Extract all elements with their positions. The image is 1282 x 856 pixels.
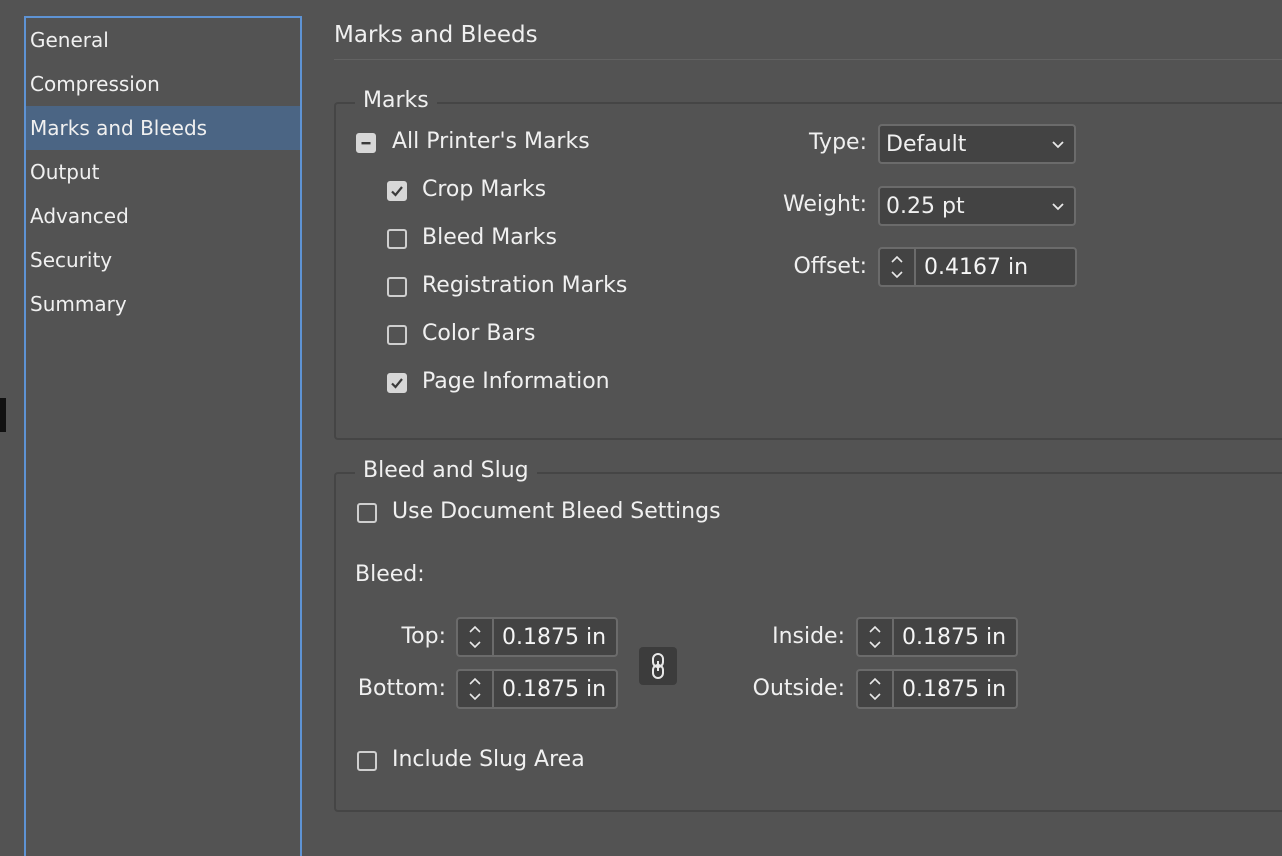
sidebar-item-label: General xyxy=(30,28,109,52)
marks-group-legend: Marks xyxy=(355,88,437,113)
up-down-arrows-icon xyxy=(469,625,481,649)
title-divider xyxy=(334,59,1282,60)
sidebar-item-label: Advanced xyxy=(30,204,129,228)
bottom-bleed-value: 0.1875 in xyxy=(502,677,607,702)
offset-label: Offset: xyxy=(793,254,867,279)
chain-link-icon xyxy=(652,653,664,679)
window-edge-marker xyxy=(0,398,6,432)
use-document-bleed-label: Use Document Bleed Settings xyxy=(392,499,721,524)
type-dropdown[interactable]: Default xyxy=(878,124,1076,164)
weight-label: Weight: xyxy=(782,192,867,217)
page-title: Marks and Bleeds xyxy=(334,22,538,48)
sidebar-item-security[interactable]: Security xyxy=(26,238,300,282)
registration-marks-label: Registration Marks xyxy=(422,273,628,298)
registration-marks-checkbox[interactable] xyxy=(387,277,407,297)
sidebar-item-general[interactable]: General xyxy=(26,18,300,62)
type-value: Default xyxy=(886,132,967,157)
include-slug-area-checkbox[interactable] xyxy=(357,751,377,771)
all-printers-marks-checkbox[interactable] xyxy=(356,133,376,153)
type-label: Type: xyxy=(809,130,867,155)
top-bleed-field[interactable]: 0.1875 in xyxy=(456,617,618,657)
outside-label: Outside: xyxy=(752,676,845,701)
outside-bleed-field[interactable]: 0.1875 in xyxy=(856,669,1018,709)
checkmark-icon xyxy=(391,186,403,197)
outside-bleed-value: 0.1875 in xyxy=(902,677,1007,702)
checkmark-icon xyxy=(391,378,403,389)
inside-bleed-stepper[interactable] xyxy=(858,619,894,655)
bleed-label: Bleed: xyxy=(355,562,425,587)
up-down-arrows-icon xyxy=(869,625,881,649)
bottom-bleed-stepper[interactable] xyxy=(458,671,494,707)
color-bars-checkbox[interactable] xyxy=(387,325,407,345)
top-bleed-stepper[interactable] xyxy=(458,619,494,655)
all-printers-marks-label: All Printer's Marks xyxy=(392,129,590,154)
top-label: Top: xyxy=(401,624,446,649)
sidebar-item-label: Security xyxy=(30,248,113,272)
top-bleed-value: 0.1875 in xyxy=(502,625,607,650)
offset-value: 0.4167 in xyxy=(924,255,1029,280)
outside-bleed-stepper[interactable] xyxy=(858,671,894,707)
crop-marks-checkbox[interactable] xyxy=(387,181,407,201)
sidebar-item-advanced[interactable]: Advanced xyxy=(26,194,300,238)
sidebar-item-label: Marks and Bleeds xyxy=(30,116,208,140)
bottom-bleed-field[interactable]: 0.1875 in xyxy=(456,669,618,709)
sidebar-item-summary[interactable]: Summary xyxy=(26,282,300,326)
up-down-arrows-icon xyxy=(869,677,881,701)
crop-marks-label: Crop Marks xyxy=(422,177,547,202)
offset-field[interactable]: 0.4167 in xyxy=(878,247,1077,287)
up-down-arrows-icon xyxy=(469,677,481,701)
bottom-label: Bottom: xyxy=(357,676,446,701)
chevron-down-icon xyxy=(1052,203,1064,211)
bleed-marks-label: Bleed Marks xyxy=(422,225,557,250)
inside-bleed-field[interactable]: 0.1875 in xyxy=(856,617,1018,657)
include-slug-area-label: Include Slug Area xyxy=(392,747,585,772)
sidebar-item-label: Output xyxy=(30,160,100,184)
weight-value: 0.25 pt xyxy=(886,194,965,219)
page-information-checkbox[interactable] xyxy=(387,373,407,393)
sidebar-item-label: Summary xyxy=(30,292,127,316)
category-list: General Compression Marks and Bleeds Out… xyxy=(24,16,302,856)
sidebar-item-output[interactable]: Output xyxy=(26,150,300,194)
sidebar-item-marks-and-bleeds[interactable]: Marks and Bleeds xyxy=(26,106,300,150)
up-down-arrows-icon xyxy=(891,255,903,279)
chevron-down-icon xyxy=(1052,141,1064,149)
color-bars-label: Color Bars xyxy=(422,321,536,346)
page-information-label: Page Information xyxy=(422,369,610,394)
use-document-bleed-checkbox[interactable] xyxy=(357,503,377,523)
inside-label: Inside: xyxy=(772,624,845,649)
bleed-and-slug-legend: Bleed and Slug xyxy=(355,458,537,483)
offset-stepper[interactable] xyxy=(880,249,916,285)
sidebar-item-compression[interactable]: Compression xyxy=(26,62,300,106)
sidebar-item-label: Compression xyxy=(30,72,160,96)
link-bleed-toggle[interactable] xyxy=(639,647,677,685)
inside-bleed-value: 0.1875 in xyxy=(902,625,1007,650)
weight-dropdown[interactable]: 0.25 pt xyxy=(878,186,1076,226)
bleed-marks-checkbox[interactable] xyxy=(387,229,407,249)
minus-icon xyxy=(361,142,371,145)
